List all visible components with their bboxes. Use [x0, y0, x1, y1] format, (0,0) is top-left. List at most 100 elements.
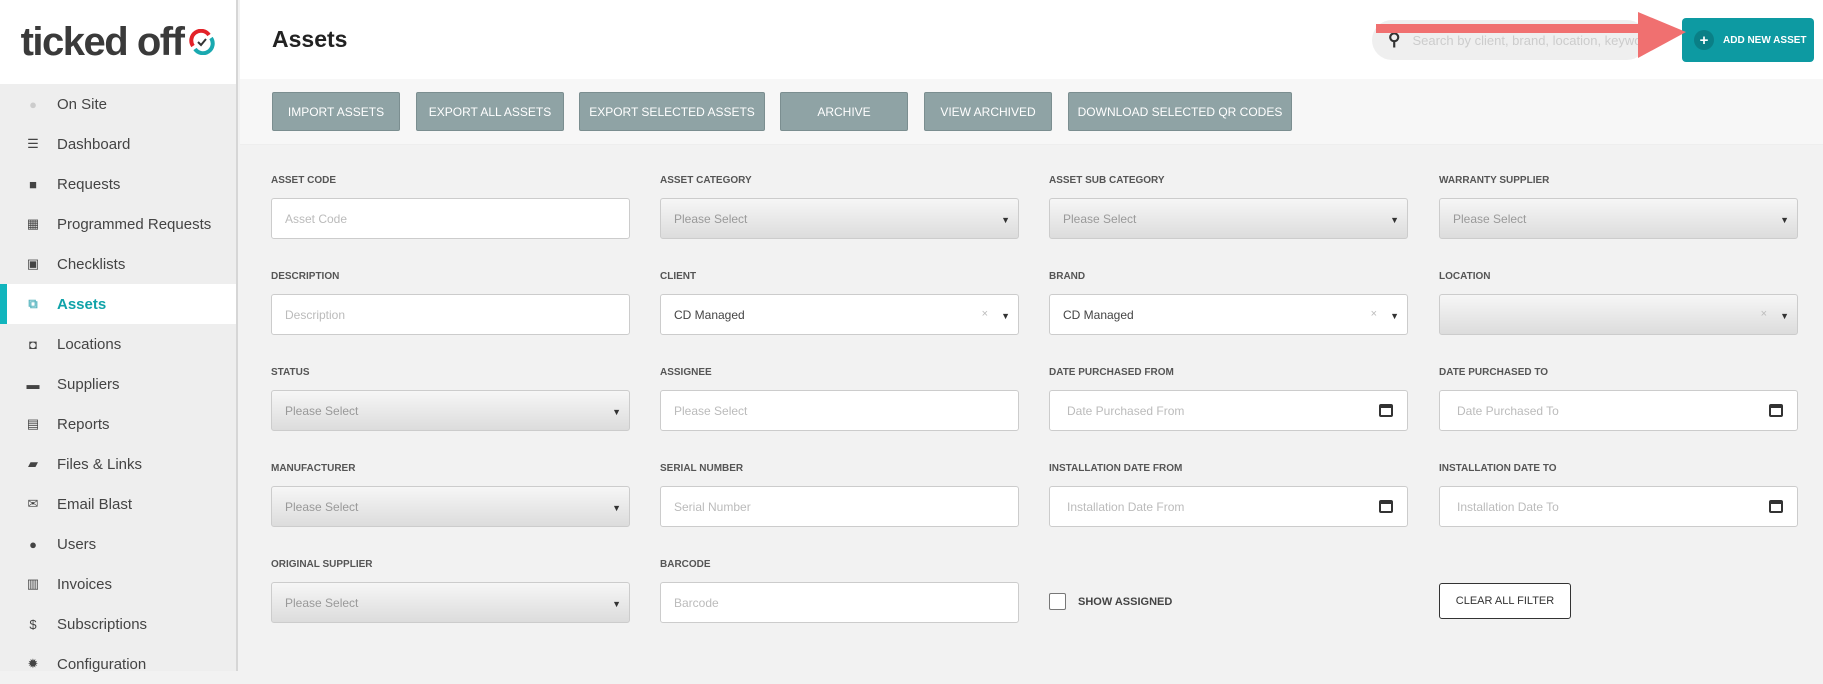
sidebar-item-invoices[interactable]: ▥ Invoices — [0, 564, 236, 604]
sidebar-item-label: Suppliers — [57, 375, 120, 393]
sidebar-item-dashboard[interactable]: ☰ Dashboard — [0, 124, 236, 164]
sidebar-item-locations[interactable]: ◘ Locations — [0, 324, 236, 364]
sidebar-item-reports[interactable]: ▤ Reports — [0, 404, 236, 444]
installation-date-to-placeholder: Installation Date To — [1457, 499, 1559, 514]
manufacturer-label: MANUFACTURER — [271, 463, 356, 474]
sidebar-item-files-links[interactable]: ▰ Files & Links — [0, 444, 236, 484]
truck-icon: ▬ — [26, 376, 40, 392]
barcode-label: BARCODE — [660, 559, 711, 570]
manufacturer-select[interactable]: Please Select ▼ — [271, 486, 630, 527]
installation-date-from-placeholder: Installation Date From — [1067, 499, 1185, 514]
caret-down-icon: ▼ — [612, 503, 621, 513]
add-new-asset-button[interactable]: + ADD NEW ASSET — [1682, 18, 1814, 62]
sidebar-item-label: Programmed Requests — [57, 215, 212, 233]
asset-sub-category-value: Please Select — [1063, 211, 1137, 226]
date-purchased-to-placeholder: Date Purchased To — [1457, 403, 1559, 418]
asset-category-value: Please Select — [674, 211, 748, 226]
sidebar-item-label: Users — [57, 535, 97, 553]
caret-down-icon: ▼ — [1390, 215, 1399, 225]
asset-code-placeholder: Asset Code — [285, 211, 348, 226]
export-all-assets-button[interactable]: EXPORT ALL ASSETS — [416, 92, 564, 131]
view-archived-button[interactable]: VIEW ARCHIVED — [924, 92, 1052, 131]
sidebar-item-on-site[interactable]: ● On Site — [0, 84, 236, 124]
date-purchased-from-label: DATE PURCHASED FROM — [1049, 367, 1174, 378]
manufacturer-value: Please Select — [285, 499, 359, 514]
toolbar: IMPORT ASSETS EXPORT ALL ASSETS EXPORT S… — [240, 79, 1823, 145]
export-selected-assets-button[interactable]: EXPORT SELECTED ASSETS — [579, 92, 765, 131]
calendar-icon[interactable] — [1379, 404, 1393, 417]
clear-icon[interactable]: × — [1761, 308, 1767, 320]
page-title: Assets — [272, 26, 348, 52]
client-label: CLIENT — [660, 271, 697, 282]
description-placeholder: Description — [285, 307, 346, 322]
status-label: STATUS — [271, 367, 310, 378]
serial-number-label: SERIAL NUMBER — [660, 463, 744, 474]
calendar-icon[interactable] — [1769, 404, 1783, 417]
download-qr-codes-button[interactable]: DOWNLOAD SELECTED QR CODES — [1068, 92, 1292, 131]
gear-icon: ✹ — [27, 656, 39, 671]
barcode-placeholder: Barcode — [674, 595, 719, 610]
warranty-supplier-label: WARRANTY SUPPLIER — [1439, 175, 1550, 186]
original-supplier-value: Please Select — [285, 595, 359, 610]
sidebar-item-assets[interactable]: ⧉ Assets — [0, 284, 236, 324]
clear-icon[interactable]: × — [1371, 308, 1377, 320]
sidebar-item-label: Configuration — [57, 655, 147, 673]
barcode-input[interactable]: Barcode — [660, 582, 1019, 623]
clear-all-filter-button[interactable]: CLEAR ALL FILTER — [1439, 583, 1571, 619]
assignee-input[interactable]: Please Select — [660, 390, 1019, 431]
original-supplier-select[interactable]: Please Select ▼ — [271, 582, 630, 623]
status-value: Please Select — [285, 403, 359, 418]
asset-code-label: ASSET CODE — [271, 175, 337, 186]
installation-date-to-input[interactable]: Installation Date To — [1439, 486, 1798, 527]
installation-date-from-input[interactable]: Installation Date From — [1049, 486, 1408, 527]
warranty-supplier-select[interactable]: Please Select ▼ — [1439, 198, 1798, 239]
logo[interactable]: ticked off — [0, 0, 236, 84]
archive-button[interactable]: ARCHIVE — [780, 92, 908, 131]
sidebar-item-requests[interactable]: ■ Requests — [0, 164, 236, 204]
logo-check-icon — [189, 29, 216, 55]
show-assigned-checkbox[interactable]: SHOW ASSIGNED — [1049, 593, 1408, 610]
sidebar-item-label: Dashboard — [57, 135, 131, 153]
caret-down-icon: ▼ — [1780, 215, 1789, 225]
description-input[interactable]: Description — [271, 294, 630, 335]
sidebar-item-suppliers[interactable]: ▬ Suppliers — [0, 364, 236, 404]
date-purchased-from-input[interactable]: Date Purchased From — [1049, 390, 1408, 431]
client-select[interactable]: CD Managed × ▼ — [660, 294, 1019, 335]
sidebar-item-configuration[interactable]: ✹ Configuration — [0, 644, 236, 684]
date-purchased-to-label: DATE PURCHASED TO — [1439, 367, 1549, 378]
date-purchased-to-input[interactable]: Date Purchased To — [1439, 390, 1798, 431]
caret-down-icon: ▼ — [612, 407, 621, 417]
calendar-icon[interactable] — [1379, 500, 1393, 513]
sidebar-item-subscriptions[interactable]: $ Subscriptions — [0, 604, 236, 644]
checkbox-box[interactable] — [1049, 593, 1066, 610]
plus-icon: + — [1694, 30, 1714, 50]
sidebar-item-users[interactable]: ● Users — [0, 524, 236, 564]
original-supplier-label: ORIGINAL SUPPLIER — [271, 559, 373, 570]
status-select[interactable]: Please Select ▼ — [271, 390, 630, 431]
sidebar-item-label: Reports — [57, 415, 110, 433]
import-assets-button[interactable]: IMPORT ASSETS — [272, 92, 400, 131]
location-label: LOCATION — [1439, 271, 1491, 282]
sidebar-item-label: Locations — [57, 335, 122, 353]
calendar-icon[interactable] — [1769, 500, 1783, 513]
clear-icon[interactable]: × — [982, 308, 988, 320]
serial-number-input[interactable]: Serial Number — [660, 486, 1019, 527]
sidebar-item-checklists[interactable]: ▣ Checklists — [0, 244, 236, 284]
client-value: CD Managed — [674, 307, 745, 322]
asset-sub-category-label: ASSET SUB CATEGORY — [1049, 175, 1165, 186]
brand-value: CD Managed — [1063, 307, 1134, 322]
sidebar-item-programmed-requests[interactable]: ▦ Programmed Requests — [0, 204, 236, 244]
installation-date-from-label: INSTALLATION DATE FROM — [1049, 463, 1183, 474]
location-select[interactable]: × ▼ — [1439, 294, 1798, 335]
copy-squares-icon: ⧉ — [28, 296, 38, 311]
sidebar-item-label: Checklists — [57, 255, 126, 273]
dashboard-icon: ☰ — [27, 136, 39, 151]
asset-sub-category-select[interactable]: Please Select ▼ — [1049, 198, 1408, 239]
search-input[interactable]: ⚲ Search by client, brand, location, key… — [1372, 20, 1647, 60]
asset-category-select[interactable]: Please Select ▼ — [660, 198, 1019, 239]
sidebar-item-email-blast[interactable]: ✉ Email Blast — [0, 484, 236, 524]
caret-down-icon: ▼ — [1001, 311, 1010, 321]
header: Assets ⚲ Search by client, brand, locati… — [240, 0, 1823, 79]
brand-select[interactable]: CD Managed × ▼ — [1049, 294, 1408, 335]
asset-code-input[interactable]: Asset Code — [271, 198, 630, 239]
